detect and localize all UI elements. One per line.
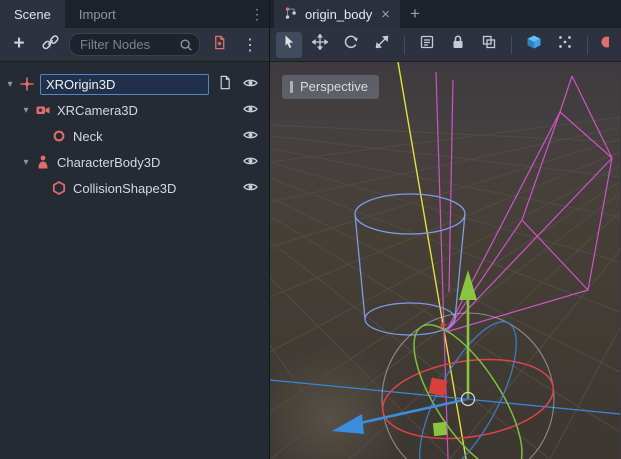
cursor-icon: [281, 34, 297, 55]
node-name: CollisionShape3D: [73, 181, 176, 196]
group-icon: [481, 34, 497, 55]
tab-scene-label: Scene: [14, 7, 51, 22]
snap-dots-icon: [557, 34, 573, 55]
visibility-eye-icon[interactable]: [242, 127, 259, 146]
dock-menu-icon[interactable]: ⋮: [245, 0, 269, 28]
scene-tab-label: origin_body: [305, 7, 372, 22]
sphere-icon: [597, 34, 609, 55]
visibility-eye-icon[interactable]: [242, 153, 259, 172]
collapse-arrow-icon[interactable]: ▾: [18, 157, 34, 168]
link-icon: [42, 34, 59, 56]
lock-node-button[interactable]: [445, 32, 471, 58]
scale-icon: [374, 34, 390, 55]
visibility-eye-icon[interactable]: [242, 179, 259, 198]
tree-row-collisionshape3d[interactable]: CollisionShape3D: [0, 175, 269, 201]
gizmo-red-plane-handle[interactable]: [429, 378, 448, 397]
godot-editor-window: Scene Import ⋮ + ⋮ ▾ XROrigin3D: [0, 0, 621, 459]
character-body-icon: [34, 154, 52, 170]
xr-origin-icon: [18, 76, 36, 92]
node-name: CharacterBody3D: [57, 155, 160, 170]
cube-icon: [526, 34, 542, 55]
tree-row-neck[interactable]: Neck: [0, 123, 269, 149]
viewport-toolbar: [270, 28, 621, 62]
projection-menu-icon: [290, 81, 293, 93]
xr-camera-icon: [34, 102, 52, 118]
script-icon[interactable]: [217, 75, 232, 93]
preview-environment-button[interactable]: [521, 32, 547, 58]
tab-import[interactable]: Import: [65, 0, 130, 28]
gizmo-green-plane-handle[interactable]: [433, 422, 447, 436]
toolbar-separator: [511, 36, 512, 54]
selection-list-button[interactable]: [414, 32, 440, 58]
viewport-canvas[interactable]: [270, 62, 620, 459]
collapse-arrow-icon[interactable]: ▾: [2, 79, 18, 90]
close-tab-icon[interactable]: ×: [381, 6, 390, 23]
tree-row-characterbody3d[interactable]: ▾ CharacterBody3D: [0, 149, 269, 175]
collision-shape-icon: [50, 180, 68, 196]
lock-icon: [450, 34, 466, 55]
tree-row-xrcamera3d[interactable]: ▾ XRCamera3D: [0, 97, 269, 123]
filter-nodes-field: [69, 33, 200, 56]
dock-tabstrip: Scene Import ⋮: [0, 0, 269, 28]
3d-viewport[interactable]: Perspective: [270, 62, 621, 459]
scale-tool-button[interactable]: [369, 32, 395, 58]
origin-dot: [441, 323, 446, 328]
scene-tabstrip: origin_body × +: [270, 0, 621, 28]
select-tool-button[interactable]: [276, 32, 302, 58]
toolbar-separator: [587, 36, 588, 54]
instantiate-scene-button[interactable]: [38, 33, 62, 57]
search-icon: [179, 38, 193, 57]
node-name: XROrigin3D: [46, 77, 115, 92]
rotate-tool-button[interactable]: [338, 32, 364, 58]
script-add-icon: [212, 35, 227, 55]
node3d-icon: [50, 128, 68, 144]
projection-menu-button[interactable]: Perspective: [282, 75, 379, 99]
node-name: Neck: [73, 129, 103, 144]
new-scene-tab-button[interactable]: +: [400, 0, 430, 28]
tab-scene[interactable]: Scene: [0, 0, 65, 28]
collapse-arrow-icon[interactable]: ▾: [18, 105, 34, 116]
list-icon: [419, 34, 435, 55]
scene-dock-toolbar: + ⋮: [0, 28, 269, 62]
rotate-icon: [343, 34, 359, 55]
projection-label: Perspective: [300, 79, 368, 94]
scene-tab-icon: [284, 6, 298, 23]
visibility-eye-icon[interactable]: [242, 101, 259, 120]
group-node-button[interactable]: [476, 32, 502, 58]
material-preview-button[interactable]: [597, 32, 609, 58]
attach-script-button[interactable]: [207, 33, 231, 57]
scene-tree: ▾ XROrigin3D ▾ XRCamera3D Neck: [0, 62, 269, 459]
gizmo-center-handle[interactable]: [462, 393, 475, 406]
add-node-button[interactable]: +: [7, 33, 31, 57]
tree-row-xrorigin3d[interactable]: ▾ XROrigin3D: [0, 71, 269, 97]
toolbar-separator: [404, 36, 405, 54]
dock-extra-menu-icon[interactable]: ⋮: [238, 33, 262, 57]
scene-tab-origin-body[interactable]: origin_body ×: [274, 0, 400, 28]
move-tool-button[interactable]: [307, 32, 333, 58]
scene-dock: Scene Import ⋮ + ⋮ ▾ XROrigin3D: [0, 0, 270, 459]
node-name-field[interactable]: XROrigin3D: [40, 74, 209, 95]
visibility-eye-icon[interactable]: [242, 75, 259, 94]
snap-options-button[interactable]: [552, 32, 578, 58]
move-icon: [312, 34, 328, 55]
tab-import-label: Import: [79, 7, 116, 22]
main-editor-area: origin_body × +: [270, 0, 621, 459]
node-name: XRCamera3D: [57, 103, 138, 118]
